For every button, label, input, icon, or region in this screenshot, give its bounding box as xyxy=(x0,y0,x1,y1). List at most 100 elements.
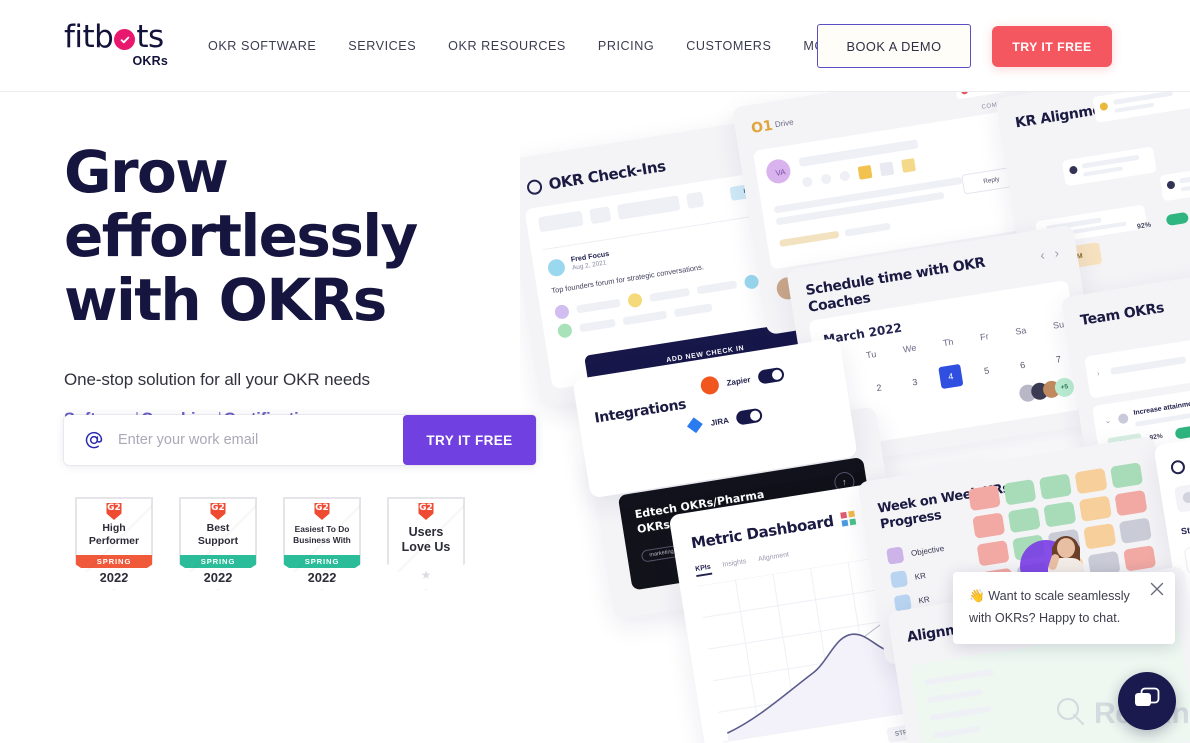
kr-percent: 92% xyxy=(1136,221,1152,231)
g2-logo-icon: G2 xyxy=(106,503,122,520)
logo-text-before: fitb xyxy=(64,19,114,55)
weekday-tu: Tu xyxy=(865,348,877,361)
hero-content: Grow effortlessly with OKRs One-stop sol… xyxy=(64,140,584,429)
email-input[interactable] xyxy=(118,432,403,448)
calendar-next-icon[interactable]: › xyxy=(1053,245,1060,260)
g2-logo-text: G2 xyxy=(419,503,433,513)
page-title: Grow effortlessly with OKRs xyxy=(64,140,584,332)
calendar-day-4-selected[interactable]: 4 xyxy=(938,363,964,390)
attach-icon[interactable] xyxy=(820,172,832,185)
book-a-demo-button[interactable]: BOOK A DEMO xyxy=(817,24,971,68)
calendar-day-2[interactable]: 2 xyxy=(866,375,891,400)
legend-label-kr-1: KR xyxy=(914,570,927,582)
email-field-wrapper xyxy=(64,415,403,465)
hero-product-collage: OKR Check-Ins INITIATIVE xyxy=(520,88,1190,743)
expand-chevron-icon[interactable]: › xyxy=(1096,369,1100,378)
g2-badge-users-love-us[interactable]: G2 Users Love Us ★ xyxy=(387,497,465,590)
badge-title-line-2: Business With xyxy=(293,534,351,545)
nav-item-customers[interactable]: CUSTOMERS xyxy=(670,39,787,53)
calendar-day-7[interactable]: 7 xyxy=(1046,347,1071,372)
chat-icon xyxy=(1132,686,1162,717)
badge-year: 2022 xyxy=(99,570,129,585)
jira-icon xyxy=(686,416,704,434)
badge-year: 2022 xyxy=(203,570,233,585)
badge-title-line-2: Love Us xyxy=(401,539,451,554)
g2-badge-easiest-to-do-business-with[interactable]: G2 Easiest To Do Business With SPRING 20… xyxy=(283,497,361,590)
site-logo[interactable]: fitb ts OKRs xyxy=(64,19,174,69)
weekday-th: Th xyxy=(942,336,955,349)
try-it-free-submit-button[interactable]: TRY IT FREE xyxy=(403,415,536,465)
objective-target-icon xyxy=(1169,459,1186,476)
grid-view-icon[interactable] xyxy=(840,510,857,527)
page-root: fitb ts OKRs OKR SOFTWARE SERVICES OKR R… xyxy=(0,0,1190,743)
legend-label-objective: Objective xyxy=(910,543,945,558)
integration-zapier[interactable]: Zapier xyxy=(699,365,786,396)
calendar-day-3[interactable]: 3 xyxy=(902,370,927,395)
prev-arrow-icon[interactable] xyxy=(589,206,612,225)
g2-logo-icon: G2 xyxy=(210,503,226,520)
g2-logo-text: G2 xyxy=(211,503,225,513)
team-node-3 xyxy=(1159,161,1190,202)
nav-item-pricing[interactable]: PRICING xyxy=(582,39,670,53)
badge-title: Users Love Us xyxy=(388,525,464,554)
objective-label: Drive xyxy=(774,117,795,130)
badge-year: 2022 xyxy=(307,570,337,585)
metric-tab-kpis[interactable]: KPIs xyxy=(694,563,712,578)
badge-ribbon: SPRING xyxy=(180,555,256,568)
calendar-day-6[interactable]: 6 xyxy=(1010,353,1035,378)
try-it-free-nav-button[interactable]: TRY IT FREE xyxy=(992,26,1112,67)
integration-jira[interactable]: JIRA xyxy=(686,407,764,435)
g2-logo-icon: G2 xyxy=(418,503,434,520)
badge-icon[interactable] xyxy=(901,158,916,173)
weekday-sa: Sa xyxy=(1014,325,1028,337)
medal-icon[interactable] xyxy=(879,161,895,177)
metric-tab-insights[interactable]: Insights xyxy=(722,558,748,573)
calendar-icon[interactable] xyxy=(686,191,705,209)
calendar-day-5[interactable]: 5 xyxy=(974,358,999,383)
avatar-initials: VA xyxy=(774,166,787,178)
badge-title-line-1: Best xyxy=(206,522,230,534)
team-node-2 xyxy=(1061,146,1157,187)
logo-subtext: OKRs xyxy=(132,54,168,68)
chat-launcher-button[interactable] xyxy=(1118,672,1176,730)
team-okrs-title: Team OKRs xyxy=(1079,300,1166,330)
hero-subtitle: One-stop solution for all your OKR needs xyxy=(64,370,370,389)
nav-item-okr-resources[interactable]: OKR RESOURCES xyxy=(432,39,582,53)
objective-start-writing: Start writing xyxy=(1180,518,1190,537)
reply-label: Reply xyxy=(982,175,1000,185)
badge-title-line-2: Support xyxy=(197,534,239,547)
g2-badge-best-support[interactable]: G2 Best Support SPRING 2022 xyxy=(179,497,257,590)
weekday-fr: Fr xyxy=(979,331,990,343)
nav-item-okr-software[interactable]: OKR SOFTWARE xyxy=(208,39,332,53)
close-icon[interactable] xyxy=(1148,580,1166,598)
badge-title: Easiest To Do Business With xyxy=(284,524,360,545)
chat-message: Want to scale seamlessly with OKRs? Happ… xyxy=(969,589,1130,625)
calendar-prev-icon[interactable]: ‹ xyxy=(1039,247,1046,262)
jira-toggle[interactable] xyxy=(735,407,764,426)
trophy-icon[interactable] xyxy=(857,164,873,180)
g2-badge-high-performer[interactable]: G2 High Performer SPRING 2022 xyxy=(75,497,153,590)
zapier-toggle[interactable] xyxy=(757,366,786,385)
jira-label: JIRA xyxy=(709,415,730,428)
zapier-label: Zapier xyxy=(725,374,752,388)
email-signup-form: TRY IT FREE xyxy=(64,415,536,465)
zapier-icon xyxy=(699,375,721,396)
date-range-filter[interactable] xyxy=(616,195,681,220)
badge-title-line-2: Performer xyxy=(88,534,140,547)
status-pill xyxy=(1165,211,1190,227)
emoji-icon[interactable] xyxy=(801,175,814,188)
objective-number: O1 xyxy=(750,117,775,137)
nav-item-services[interactable]: SERVICES xyxy=(332,39,432,53)
metric-tab-alignment[interactable]: Alignment xyxy=(758,551,790,567)
badge-title-line-1: Users xyxy=(408,525,444,539)
badge-title-line-1: High xyxy=(102,522,126,534)
logo-check-icon xyxy=(114,29,136,50)
collapse-chevron-icon[interactable]: ⌄ xyxy=(1104,416,1112,426)
org-node xyxy=(1092,88,1190,123)
at-icon xyxy=(84,430,104,450)
mention-icon[interactable] xyxy=(839,169,851,182)
legend-swatch-kr-1 xyxy=(889,570,909,589)
badge-title-line-1: Easiest To Do xyxy=(294,524,350,534)
g2-logo-text: G2 xyxy=(107,503,121,513)
chat-greeting-bubble[interactable]: 👋 Want to scale seamlessly with OKRs? Ha… xyxy=(953,572,1175,644)
